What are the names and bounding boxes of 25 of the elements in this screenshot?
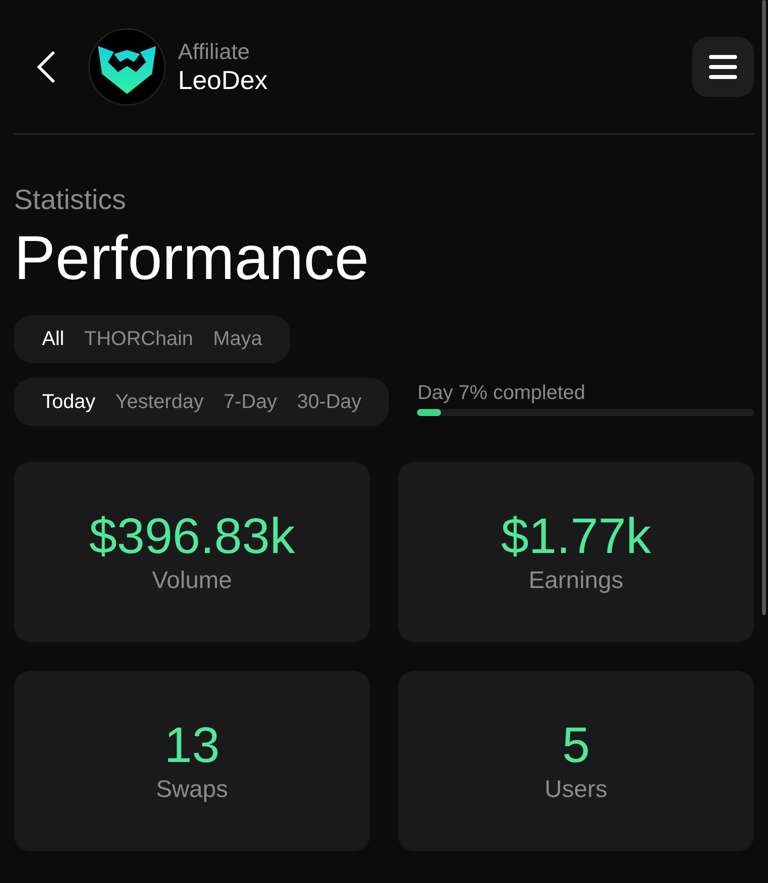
menu-icon [708,54,738,80]
stat-label: Swaps [156,775,228,805]
filter-tab[interactable]: Yesterday [115,392,204,412]
header-subtitle: Affiliate [178,38,251,64]
stat-label: Users [544,775,608,805]
stat-value: $396.83k [89,508,295,564]
section-title: Performance [14,223,370,295]
filter-tab[interactable]: All [42,329,64,349]
stat-value: 13 [164,717,220,773]
back-icon[interactable] [36,50,56,84]
section-eyebrow: Statistics [14,183,128,217]
scrollbar[interactable] [762,0,766,615]
stat-value: 5 [562,717,590,773]
filter-tab[interactable]: 30-Day [296,392,362,412]
progress-label: Day 7% completed [417,380,586,404]
stat-value: $1.77k [500,508,652,564]
menu-button[interactable] [692,36,754,96]
lion-logo-icon [88,28,166,106]
filter-tab[interactable]: Today [42,392,96,412]
stat-label: Volume [152,566,232,596]
header-title: LeoDex [178,64,268,94]
filter-tab[interactable]: Maya [213,329,262,349]
filter-tab[interactable]: 7-Day [224,392,277,412]
filter-tab[interactable]: THORChain [84,329,194,349]
stat-label: Earnings [528,566,624,596]
